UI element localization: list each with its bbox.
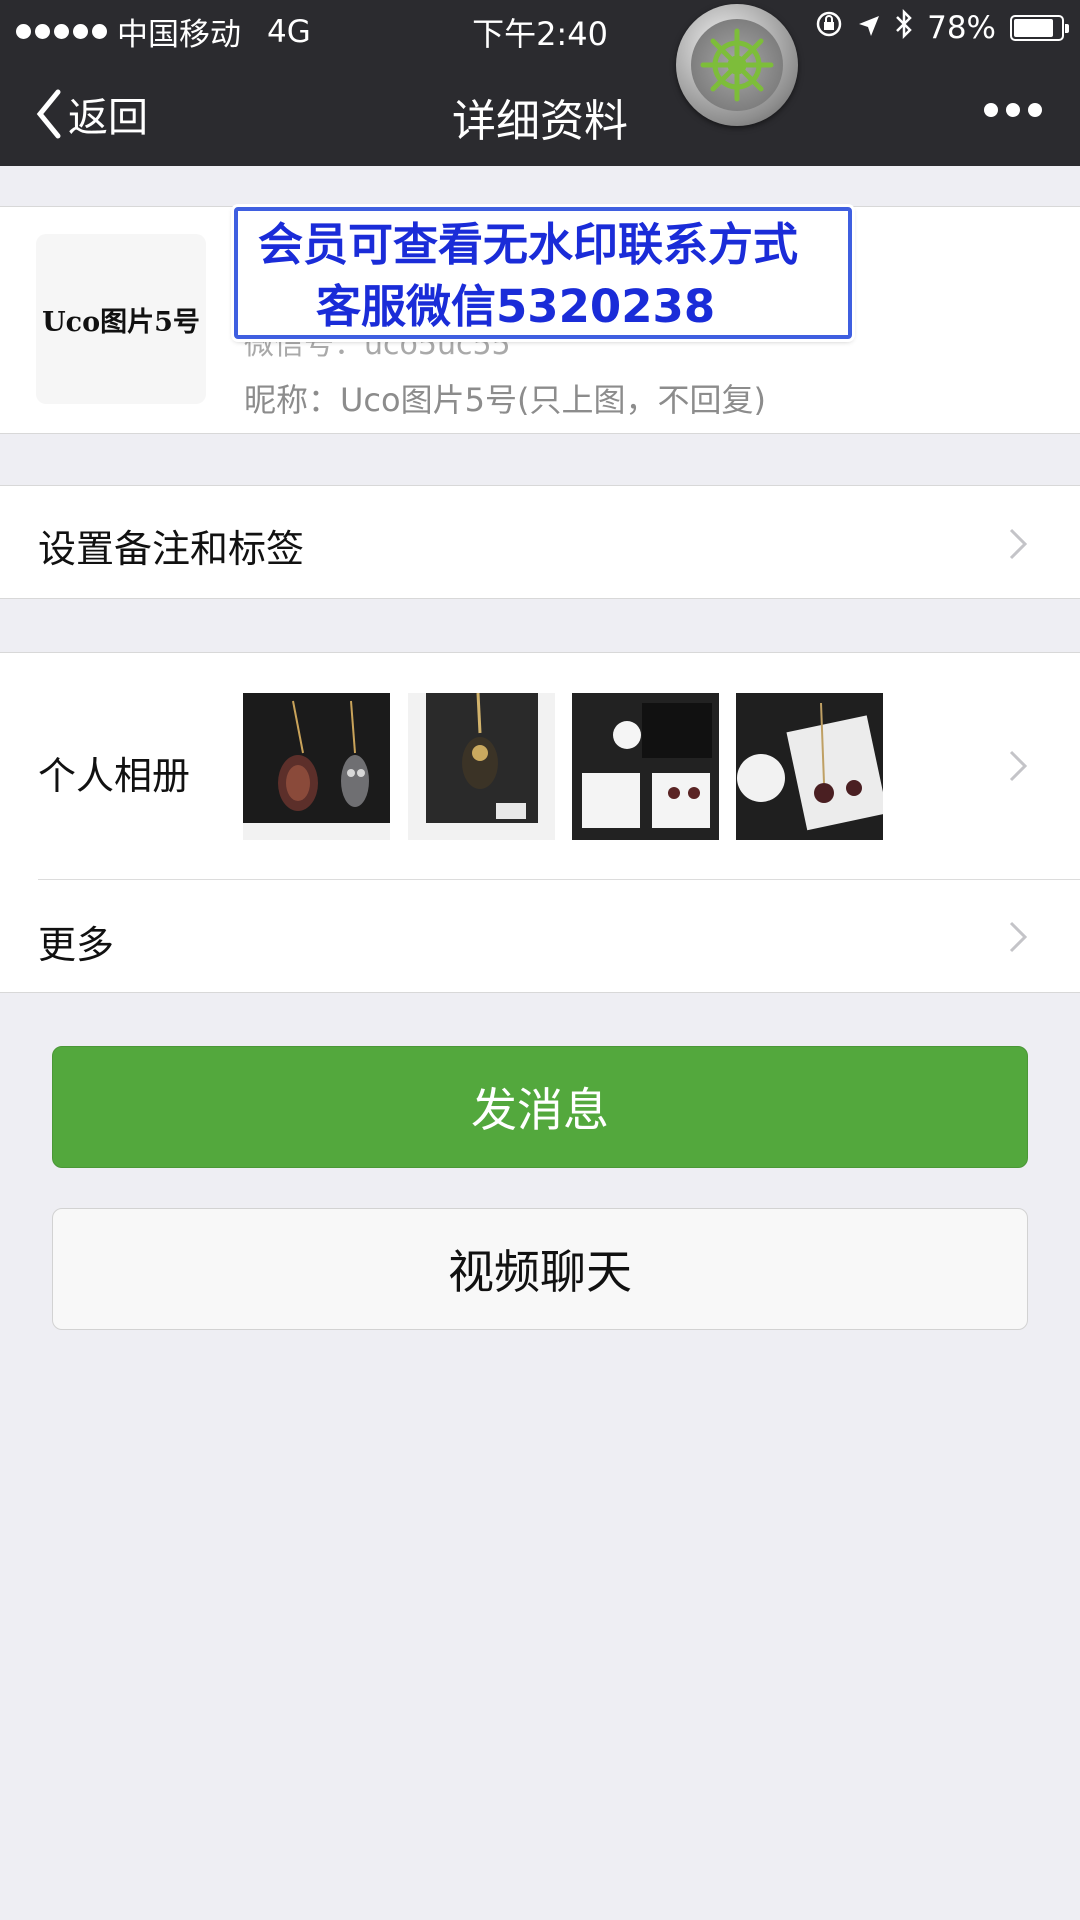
- album-card: 个人相册 更多: [0, 652, 1080, 993]
- album-photo: [408, 693, 555, 840]
- battery-icon: [1010, 15, 1069, 41]
- status-bar: 中国移动 4G 下午2:40 78%: [0, 0, 1080, 55]
- send-message-button[interactable]: 发消息: [52, 1046, 1028, 1168]
- personal-album-label: 个人相册: [38, 754, 191, 798]
- profile-card: Uco图片5号 微信号：uco5uc55 昵称：Uco图片5号(只上图，不回复)…: [0, 206, 1080, 434]
- location-icon: [857, 10, 881, 46]
- watermark-line-2: 客服微信5320238: [316, 280, 716, 333]
- more-options-icon[interactable]: [984, 103, 1042, 117]
- album-photo: [572, 693, 719, 840]
- chevron-right-icon: [1009, 921, 1028, 953]
- watermark-banner: 会员可查看无水印联系方式 客服微信5320238: [234, 207, 852, 339]
- nickname: 昵称：Uco图片5号(只上图，不回复): [244, 381, 766, 419]
- nav-bar: 返回 详细资料: [0, 55, 1080, 166]
- chevron-right-icon: [1009, 528, 1028, 560]
- video-chat-button[interactable]: 视频聊天: [52, 1208, 1028, 1330]
- battery-percent: 78%: [927, 10, 996, 46]
- album-photo: [243, 693, 390, 840]
- watermark-line-1: 会员可查看无水印联系方式: [258, 218, 799, 271]
- bluetooth-icon: [895, 8, 913, 47]
- chevron-right-icon: [1009, 750, 1028, 782]
- set-remark-row[interactable]: 设置备注和标签: [0, 485, 1080, 599]
- more-label: 更多: [38, 923, 115, 967]
- helm-wheel-icon[interactable]: [676, 4, 798, 126]
- personal-album-row[interactable]: 个人相册: [0, 653, 1080, 879]
- page-title: 详细资料: [452, 96, 628, 147]
- set-remark-label: 设置备注和标签: [38, 527, 305, 571]
- album-photo: [736, 693, 883, 840]
- more-row[interactable]: 更多: [0, 880, 1080, 993]
- avatar-text: Uco图片5号: [42, 306, 200, 338]
- rotation-lock-icon: [815, 10, 843, 46]
- avatar[interactable]: Uco图片5号: [36, 234, 206, 404]
